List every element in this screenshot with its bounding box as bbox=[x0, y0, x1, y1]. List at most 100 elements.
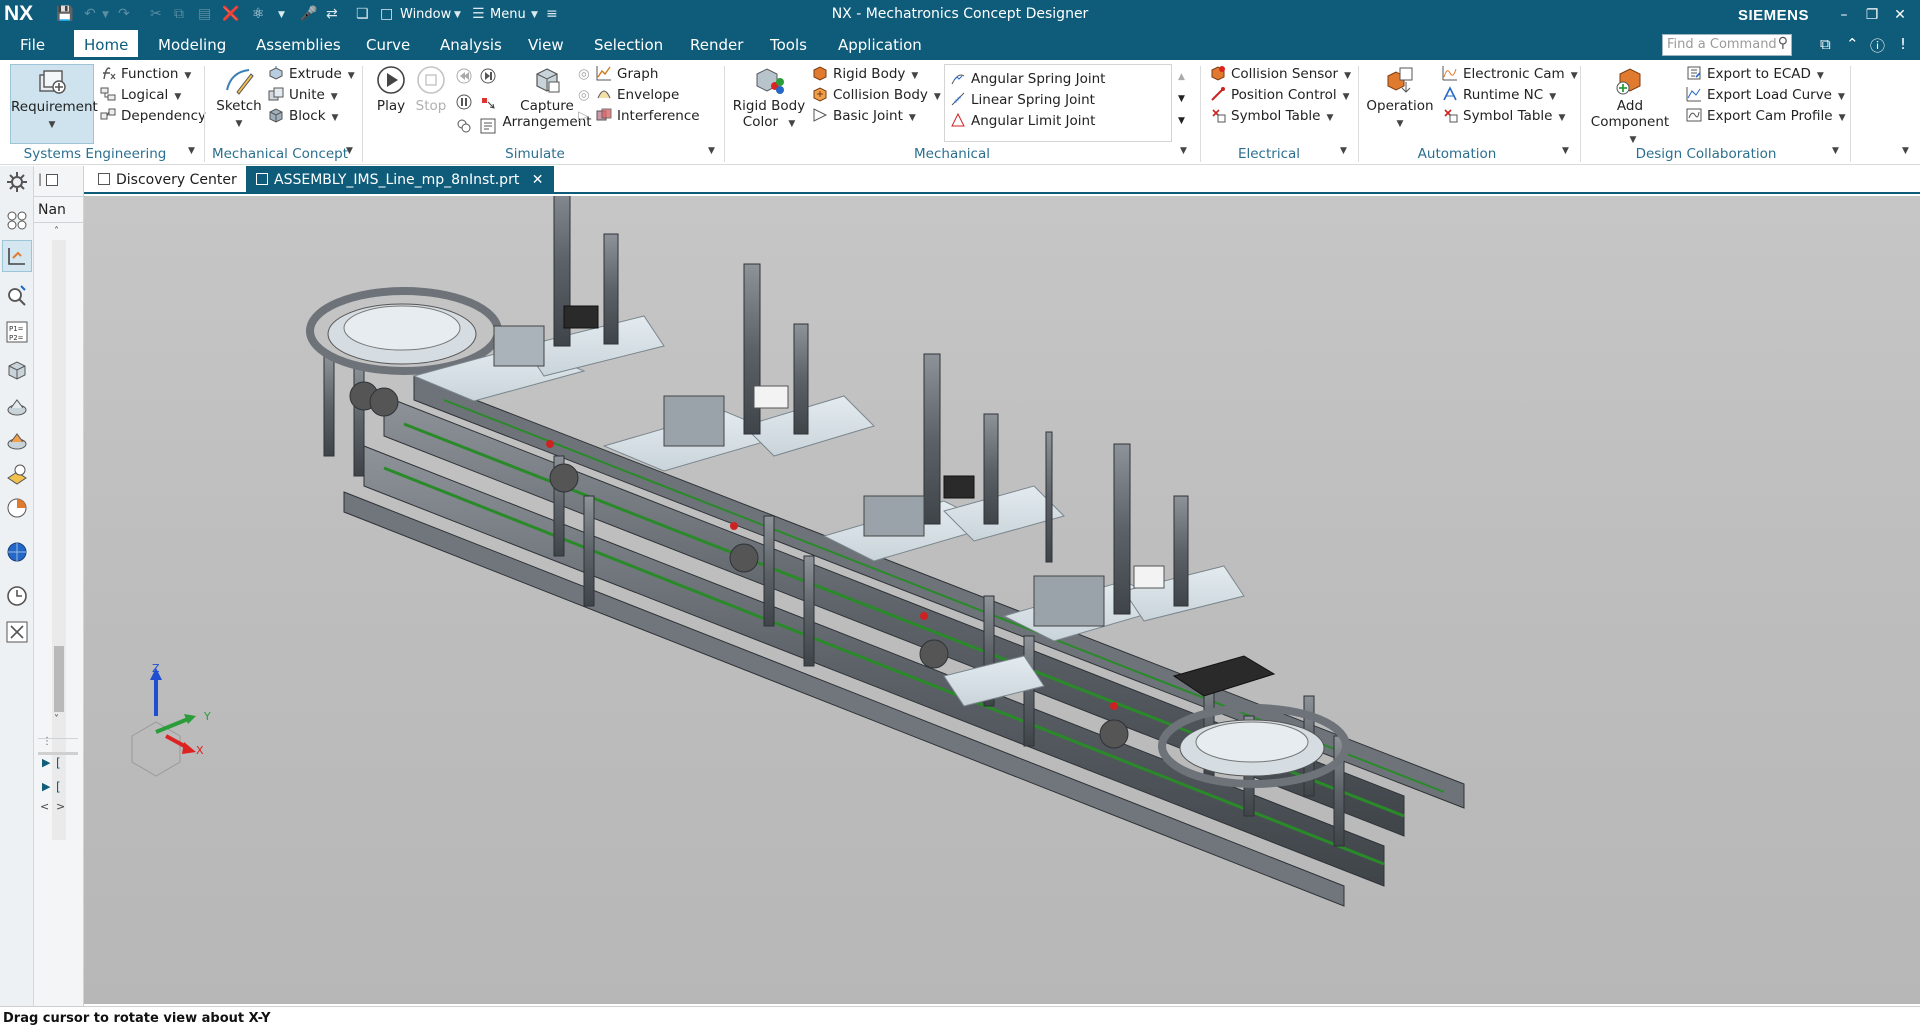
add-component-button[interactable]: Add Component ▼ bbox=[1588, 64, 1672, 146]
simulation-sequence-icon[interactable] bbox=[456, 118, 472, 134]
tab-file[interactable]: File bbox=[10, 30, 55, 60]
rigid-body-dropdown-icon[interactable]: ▼ bbox=[911, 71, 918, 81]
angular-limit-joint-button[interactable]: Angular Limit Joint bbox=[950, 110, 1095, 132]
operation-button[interactable]: Operation ▼ bbox=[1364, 64, 1436, 130]
window-menu[interactable]: Window bbox=[400, 7, 451, 22]
tab-selection[interactable]: Selection bbox=[584, 30, 673, 60]
copy-icon[interactable]: ⧉ bbox=[174, 6, 184, 22]
search-navigator-icon[interactable] bbox=[5, 284, 29, 308]
operation-dropdown-icon[interactable]: ▼ bbox=[1397, 119, 1404, 129]
machine-library-icon[interactable] bbox=[5, 428, 29, 452]
expand-node-icon[interactable]: ▶ bbox=[42, 756, 50, 769]
touch-mode-icon[interactable]: ⚛ bbox=[252, 6, 265, 22]
window-dropdown-icon[interactable]: ▼ bbox=[454, 10, 461, 20]
window-icon[interactable]: ❏ bbox=[356, 6, 369, 22]
tree-node-1[interactable]: [ bbox=[56, 756, 61, 770]
rigid-body-color-dropdown-icon[interactable]: ▼ bbox=[788, 119, 795, 129]
export-load-curve-button[interactable]: Export Load Curve ▼ bbox=[1686, 84, 1845, 106]
export-to-ecad-dropdown-icon[interactable]: ▼ bbox=[1817, 71, 1824, 81]
graphics-window[interactable]: Z Y X bbox=[84, 196, 1920, 1004]
menu-icon[interactable]: ☰ bbox=[472, 6, 485, 22]
restore-button[interactable]: ❐ bbox=[1858, 4, 1886, 26]
tab-render[interactable]: Render bbox=[680, 30, 753, 60]
gallery-scroll-up-icon[interactable]: ▲ bbox=[1178, 66, 1185, 88]
export-to-ecad-button[interactable]: Export to ECAD ▼ bbox=[1686, 63, 1824, 85]
signal-mapping-icon[interactable]: P1=P2= bbox=[5, 320, 29, 344]
tab-application[interactable]: Application bbox=[828, 30, 932, 60]
basic-joint-button[interactable]: Basic Joint ▼ bbox=[812, 105, 916, 127]
system-tools-icon[interactable] bbox=[5, 620, 29, 644]
play-button[interactable]: Play bbox=[370, 64, 412, 114]
history-roles-icon[interactable] bbox=[5, 496, 29, 520]
export-cam-profile-button[interactable]: Export Cam Profile ▼ bbox=[1686, 105, 1846, 127]
sketch-button[interactable]: Sketch ▼ bbox=[212, 64, 266, 130]
function-dropdown-icon[interactable]: ▼ bbox=[184, 71, 191, 81]
search-icon[interactable]: ⚲ bbox=[1778, 35, 1788, 51]
customize-quick-access-icon[interactable]: ≡ bbox=[546, 6, 558, 22]
automation-symbol-table-button[interactable]: Symbol Table ▼ bbox=[1442, 105, 1565, 127]
undo-dropdown-icon[interactable]: ▼ bbox=[102, 10, 109, 20]
mechanical-concept-group-dropdown-icon[interactable]: ▼ bbox=[346, 146, 353, 156]
automation-symbol-table-dropdown-icon[interactable]: ▼ bbox=[1559, 113, 1566, 123]
requirement-button[interactable]: Requirement ▼ bbox=[10, 64, 98, 144]
tab-home[interactable]: Home bbox=[74, 30, 139, 60]
scroll-down-icon[interactable]: ˅ bbox=[54, 714, 59, 725]
basic-joint-dropdown-icon[interactable]: ▼ bbox=[909, 113, 916, 123]
window-layout-icon[interactable]: □ bbox=[380, 6, 393, 22]
position-control-dropdown-icon[interactable]: ▼ bbox=[1343, 92, 1350, 102]
tab-modeling[interactable]: Modeling bbox=[148, 30, 236, 60]
electrical-symbol-table-button[interactable]: Symbol Table ▼ bbox=[1210, 105, 1333, 127]
graph-toggle-icon[interactable]: ◎ bbox=[578, 63, 590, 85]
tab-curve[interactable]: Curve bbox=[356, 30, 420, 60]
redo-icon[interactable]: ↷ bbox=[118, 6, 130, 22]
history-clock-icon[interactable] bbox=[5, 584, 29, 608]
snapshot-icon[interactable] bbox=[480, 94, 496, 110]
touch-dropdown-icon[interactable]: ▼ bbox=[278, 10, 285, 20]
unite-button[interactable]: Unite ▼ bbox=[268, 84, 338, 106]
physics-navigator-icon[interactable] bbox=[5, 244, 29, 268]
export-load-curve-dropdown-icon[interactable]: ▼ bbox=[1838, 92, 1845, 102]
tree-node-2[interactable]: [ bbox=[56, 780, 61, 794]
simulate-group-dropdown-icon[interactable]: ▼ bbox=[708, 146, 715, 156]
electronic-cam-dropdown-icon[interactable]: ▼ bbox=[1571, 71, 1578, 81]
extrude-dropdown-icon[interactable]: ▼ bbox=[348, 71, 355, 81]
mechanical-group-dropdown-icon[interactable]: ▼ bbox=[1180, 146, 1187, 156]
tab-view[interactable]: View bbox=[518, 30, 574, 60]
tab-assembly-part[interactable]: ASSEMBLY_IMS_Line_mp_8nInst.prt ✕ bbox=[246, 166, 554, 194]
interference-toggle-icon[interactable]: ▷ bbox=[578, 105, 588, 127]
pause-icon[interactable] bbox=[456, 94, 472, 110]
settings-gear-icon[interactable] bbox=[5, 170, 29, 194]
rewind-icon[interactable] bbox=[456, 68, 472, 84]
export-cam-profile-dropdown-icon[interactable]: ▼ bbox=[1839, 113, 1846, 123]
vertical-scrollbar-track[interactable] bbox=[52, 240, 66, 840]
gallery-scroll-down-icon[interactable]: ▼ bbox=[1178, 88, 1185, 110]
pane-restore-icon[interactable] bbox=[46, 174, 58, 186]
vertical-scrollbar-thumb[interactable] bbox=[54, 646, 64, 712]
dependency-button[interactable]: Dependency bbox=[100, 105, 206, 127]
logical-dropdown-icon[interactable]: ▼ bbox=[174, 92, 181, 102]
tab-analysis[interactable]: Analysis bbox=[430, 30, 512, 60]
angular-spring-joint-button[interactable]: Angular Spring Joint bbox=[950, 68, 1105, 90]
collision-sensor-dropdown-icon[interactable]: ▼ bbox=[1344, 71, 1351, 81]
collision-sensor-button[interactable]: Collision Sensor ▼ bbox=[1210, 63, 1351, 85]
requirement-dropdown-icon[interactable]: ▼ bbox=[49, 120, 56, 130]
rigid-body-button[interactable]: Rigid Body ▼ bbox=[812, 63, 918, 85]
assembly-navigator-icon[interactable] bbox=[5, 208, 29, 232]
ribbon-options-dropdown-icon[interactable]: ▼ bbox=[1902, 146, 1909, 156]
minimize-button[interactable]: – bbox=[1830, 4, 1858, 26]
expand-node-icon[interactable]: ▶ bbox=[42, 780, 50, 793]
linear-spring-joint-button[interactable]: Linear Spring Joint bbox=[950, 89, 1095, 111]
sketch-dropdown-icon[interactable]: ▼ bbox=[236, 119, 243, 129]
assembly-model-view[interactable] bbox=[84, 196, 1920, 1004]
function-button[interactable]: Function ▼ bbox=[100, 63, 191, 85]
electrical-symbol-table-dropdown-icon[interactable]: ▼ bbox=[1327, 113, 1334, 123]
menu-button[interactable]: Menu bbox=[490, 7, 526, 22]
graph-button[interactable]: Graph bbox=[596, 63, 658, 85]
runtime-nc-dropdown-icon[interactable]: ▼ bbox=[1549, 92, 1556, 102]
runtime-nc-button[interactable]: Runtime NC ▼ bbox=[1442, 84, 1556, 106]
electronic-cam-button[interactable]: Electronic Cam ▼ bbox=[1442, 63, 1578, 85]
envelope-button[interactable]: Envelope bbox=[596, 84, 679, 106]
help-icon[interactable]: ⓘ bbox=[1870, 35, 1885, 56]
systems-engineering-group-dropdown-icon[interactable]: ▼ bbox=[188, 146, 195, 156]
runtime-inspector-icon[interactable] bbox=[480, 118, 496, 134]
